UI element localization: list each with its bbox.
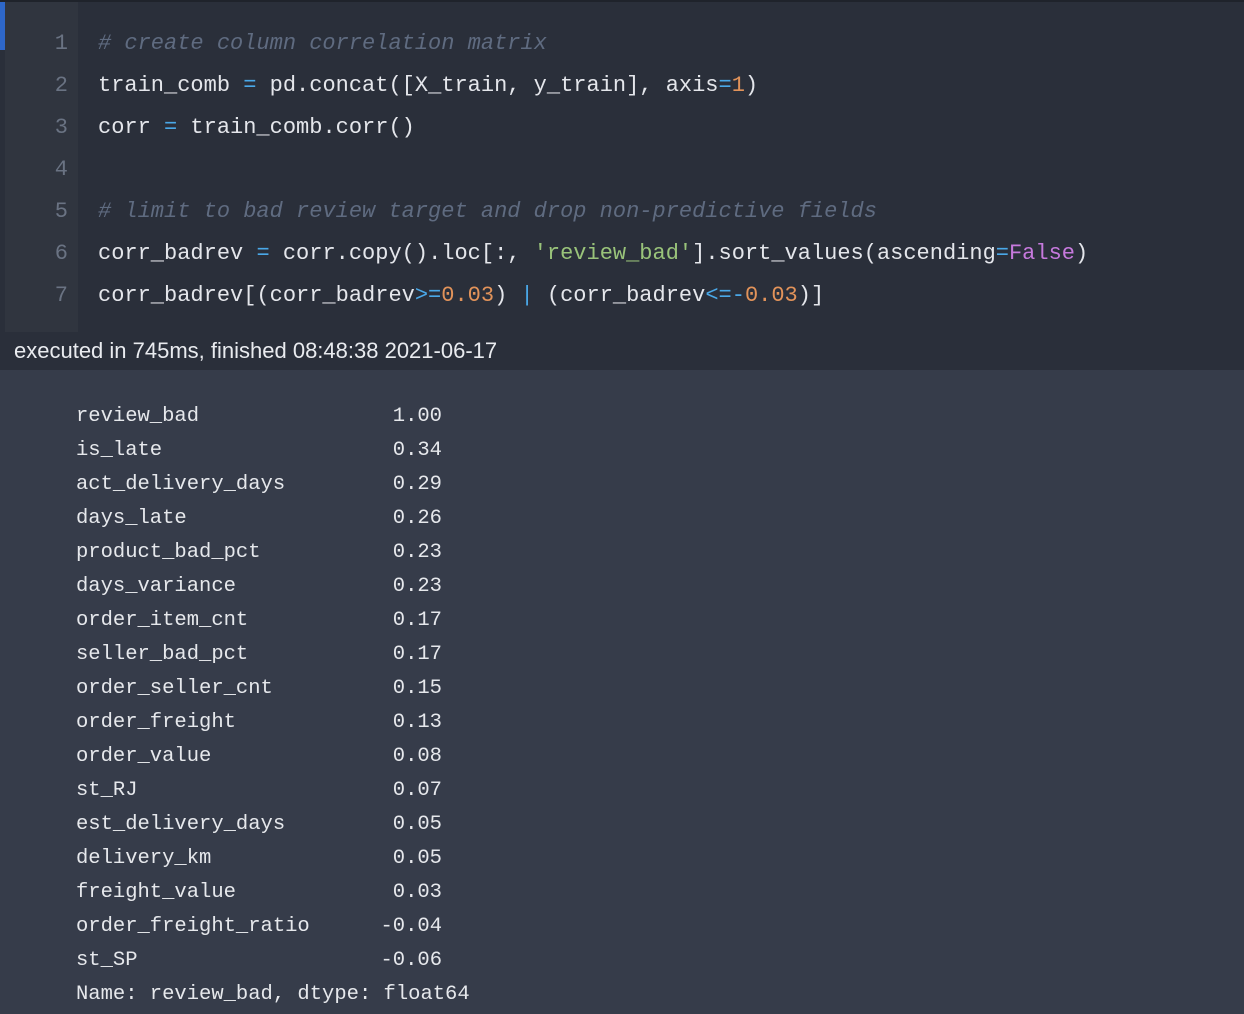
code-token: corr.copy().loc[:, xyxy=(269,241,534,266)
output-field-name: act_delivery_days xyxy=(76,473,286,496)
output-field-value: 0.29 xyxy=(392,473,442,496)
output-field-value: 0.08 xyxy=(392,745,442,768)
line-number: 3 xyxy=(54,115,68,140)
line-number: 6 xyxy=(54,241,68,266)
output-field-value: 1.00 xyxy=(392,405,442,428)
code-operator: = xyxy=(718,73,732,98)
code-operator: = xyxy=(256,241,270,266)
code-line-3[interactable]: corr = train_comb.corr() xyxy=(98,107,415,149)
code-operator: = xyxy=(164,115,178,140)
code-comment: # limit to bad review target and drop no… xyxy=(98,199,877,224)
code-number: 1 xyxy=(731,73,745,98)
code-token: ].sort_values(ascending xyxy=(692,241,996,266)
output-field-value: 0.23 xyxy=(392,541,442,564)
output-field-value: -0.04 xyxy=(380,915,442,938)
output-field-name: is_late xyxy=(76,439,163,462)
notebook-page: 1 2 3 4 5 6 7 # create column correlatio… xyxy=(0,0,1244,1014)
code-token: ) xyxy=(1075,241,1089,266)
output-field-value: 0.13 xyxy=(392,711,442,734)
output-field-value: 0.34 xyxy=(392,439,442,462)
output-field-value: 0.05 xyxy=(392,813,442,836)
execution-time-text: executed in 745ms, finished 08:48:38 202… xyxy=(14,338,498,363)
code-token: ) xyxy=(494,283,521,308)
code-comment: # create column correlation matrix xyxy=(98,31,547,56)
line-number: 4 xyxy=(54,157,68,182)
code-line-1[interactable]: # create column correlation matrix xyxy=(98,23,547,65)
line-number: 5 xyxy=(54,199,68,224)
output-field-value: 0.07 xyxy=(392,779,442,802)
code-token: train_comb xyxy=(98,73,244,98)
execution-status-bar: executed in 745ms, finished 08:48:38 202… xyxy=(0,332,1244,370)
code-token: train_comb.corr() xyxy=(177,115,415,140)
code-operator: <=- xyxy=(705,283,745,308)
output-field-name: delivery_km xyxy=(76,847,212,870)
output-field-name: days_variance xyxy=(76,575,236,598)
output-field-name: order_freight_ratio xyxy=(76,915,310,938)
code-number: 0.03 xyxy=(441,283,495,308)
output-field-name: seller_bad_pct xyxy=(76,643,249,666)
line-number: 1 xyxy=(54,31,68,56)
output-field-name: review_bad xyxy=(76,405,200,428)
code-token: )] xyxy=(797,283,825,308)
output-field-name: st_SP xyxy=(76,949,138,972)
code-token: corr_badrev xyxy=(98,241,257,266)
code-token: ) xyxy=(744,73,759,98)
line-number: 7 xyxy=(54,283,68,308)
code-operator: >= xyxy=(414,283,442,308)
code-cell[interactable]: 1 2 3 4 5 6 7 # create column correlatio… xyxy=(0,0,1244,334)
output-field-value: 0.15 xyxy=(392,677,442,700)
code-line-2[interactable]: train_comb = pd.concat([X_train, y_train… xyxy=(98,65,758,107)
output-field-name: est_delivery_days xyxy=(76,813,286,836)
code-token: (corr_badrev xyxy=(533,283,706,308)
output-field-name: freight_value xyxy=(76,881,236,904)
code-line-5[interactable]: # limit to bad review target and drop no… xyxy=(98,191,877,233)
output-field-value: -0.06 xyxy=(380,949,442,972)
cell-output: review_bad 1.00 is_late 0.34 act_delivery_… xyxy=(0,370,1244,1014)
output-field-name: order_seller_cnt xyxy=(76,677,273,700)
code-line-6[interactable]: corr_badrev = corr.copy().loc[:, 'review… xyxy=(98,233,1088,275)
output-field-value: 0.23 xyxy=(392,575,442,598)
code-number: 0.03 xyxy=(744,283,798,308)
output-series-footer: Name: review_bad, dtype: float64 xyxy=(76,983,470,1006)
code-string: 'review_bad' xyxy=(533,241,693,266)
output-field-value: 0.17 xyxy=(392,609,442,632)
output-field-name: product_bad_pct xyxy=(76,541,261,564)
output-field-value: 0.26 xyxy=(392,507,442,530)
code-operator: = xyxy=(243,73,257,98)
code-token: corr xyxy=(98,115,165,140)
output-field-name: order_freight xyxy=(76,711,236,734)
code-keyword: False xyxy=(1008,241,1075,266)
line-number-gutter: 1 2 3 4 5 6 7 xyxy=(5,2,78,332)
code-operator: = xyxy=(995,241,1009,266)
output-field-name: order_value xyxy=(76,745,212,768)
output-field-value: 0.03 xyxy=(392,881,442,904)
code-operator: | xyxy=(520,283,534,308)
output-field-name: st_RJ xyxy=(76,779,138,802)
output-field-name: days_late xyxy=(76,507,187,530)
output-field-value: 0.17 xyxy=(392,643,442,666)
code-token: corr_badrev[(corr_badrev xyxy=(98,283,415,308)
code-token: pd.concat([X_train, y_train], axis xyxy=(256,73,719,98)
code-line-7[interactable]: corr_badrev[(corr_badrev>=0.03) | (corr_… xyxy=(98,275,824,317)
output-field-name: order_item_cnt xyxy=(76,609,249,632)
line-number: 2 xyxy=(54,73,68,98)
output-field-value: 0.05 xyxy=(392,847,442,870)
